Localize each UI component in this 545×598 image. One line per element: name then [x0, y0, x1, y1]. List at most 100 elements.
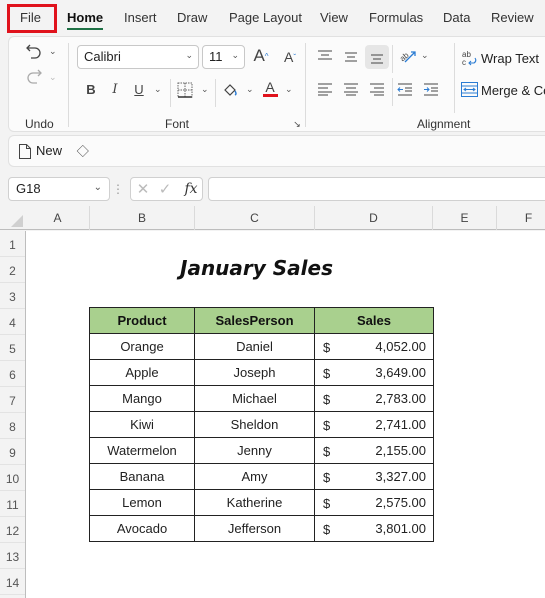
- column-header-f[interactable]: F: [497, 206, 545, 230]
- row-header[interactable]: 9: [0, 439, 25, 465]
- font-size-select[interactable]: 11 ⌄: [202, 45, 245, 69]
- insert-function-icon[interactable]: fx: [181, 180, 201, 198]
- row-header[interactable]: 2: [0, 257, 25, 283]
- column-header-e[interactable]: E: [433, 206, 497, 230]
- italic-button[interactable]: I: [107, 80, 123, 98]
- align-top-icon[interactable]: [316, 48, 334, 64]
- salesperson-cell[interactable]: Daniel: [194, 333, 315, 360]
- orientation-dropdown-icon[interactable]: ⌄: [421, 50, 429, 61]
- undo-dropdown-icon[interactable]: ⌄: [49, 46, 57, 57]
- salesperson-cell[interactable]: Joseph: [194, 359, 315, 386]
- redo-icon[interactable]: [23, 66, 45, 86]
- font-color-dropdown-icon[interactable]: ⌄: [285, 84, 293, 95]
- product-cell[interactable]: Orange: [89, 333, 195, 360]
- header-product[interactable]: Product: [89, 307, 195, 334]
- underline-dropdown-icon[interactable]: ⌄: [154, 84, 162, 95]
- product-cell[interactable]: Avocado: [89, 515, 195, 542]
- row-header[interactable]: 14: [0, 569, 25, 595]
- fill-color-dropdown-icon[interactable]: ⌄: [246, 84, 254, 95]
- font-dialog-launcher-icon[interactable]: ↘: [292, 119, 302, 129]
- header-salesperson[interactable]: SalesPerson: [194, 307, 315, 334]
- salesperson-cell[interactable]: Katherine: [194, 489, 315, 516]
- borders-icon[interactable]: [176, 81, 194, 99]
- salesperson-cell[interactable]: Jenny: [194, 437, 315, 464]
- sales-cell[interactable]: $2,155.00: [314, 437, 434, 464]
- sales-cell[interactable]: $4,052.00: [314, 333, 434, 360]
- row-header[interactable]: 7: [0, 387, 25, 413]
- customize-quick-access-icon[interactable]: ⃟: [79, 144, 91, 158]
- product-cell[interactable]: Apple: [89, 359, 195, 386]
- row-header[interactable]: 1: [0, 231, 25, 257]
- salesperson-cell[interactable]: Sheldon: [194, 411, 315, 438]
- sales-cell[interactable]: $3,801.00: [314, 515, 434, 542]
- wrap-text-icon[interactable]: ab c: [461, 49, 479, 67]
- select-all-corner[interactable]: [0, 206, 26, 230]
- row-header[interactable]: 13: [0, 543, 25, 569]
- formula-bar-grip-icon[interactable]: ⋮: [112, 181, 124, 197]
- product-cell[interactable]: Mango: [89, 385, 195, 412]
- formula-input[interactable]: [208, 177, 545, 201]
- row-header[interactable]: 4: [0, 309, 25, 335]
- tab-draw[interactable]: Draw: [177, 10, 207, 25]
- align-right-icon[interactable]: [368, 81, 386, 97]
- product-cell[interactable]: Lemon: [89, 489, 195, 516]
- tab-insert[interactable]: Insert: [124, 10, 157, 25]
- decrease-indent-icon[interactable]: [396, 81, 414, 97]
- enter-icon[interactable]: ✓: [157, 181, 173, 198]
- salesperson-cell[interactable]: Amy: [194, 463, 315, 490]
- row-header[interactable]: 10: [0, 465, 25, 491]
- sales-cell[interactable]: $2,575.00: [314, 489, 434, 516]
- merge-center-icon[interactable]: [460, 81, 478, 97]
- column-header-d[interactable]: D: [315, 206, 433, 230]
- salesperson-cell[interactable]: Jefferson: [194, 515, 315, 542]
- sales-cell[interactable]: $2,783.00: [314, 385, 434, 412]
- column-header-c[interactable]: C: [195, 206, 315, 230]
- row-header[interactable]: 8: [0, 413, 25, 439]
- new-document-icon[interactable]: [18, 143, 32, 159]
- product-cell[interactable]: Banana: [89, 463, 195, 490]
- align-bottom-icon[interactable]: [365, 45, 389, 69]
- orientation-icon[interactable]: ab: [398, 46, 418, 66]
- tab-home[interactable]: Home: [67, 10, 104, 30]
- fill-color-icon[interactable]: [221, 81, 239, 99]
- name-box[interactable]: G18 ⌄: [8, 177, 110, 201]
- tab-file[interactable]: File: [20, 10, 41, 25]
- decrease-font-size-icon[interactable]: Aˇ: [281, 48, 299, 66]
- align-middle-icon[interactable]: [342, 49, 360, 65]
- tab-data[interactable]: Data: [443, 10, 470, 25]
- tab-page-layout[interactable]: Page Layout: [229, 10, 302, 25]
- row-header[interactable]: 12: [0, 517, 25, 543]
- new-button[interactable]: New: [36, 143, 62, 158]
- sales-cell[interactable]: $3,327.00: [314, 463, 434, 490]
- currency-symbol: $: [323, 392, 331, 407]
- sales-cell[interactable]: $2,741.00: [314, 411, 434, 438]
- tab-formulas[interactable]: Formulas: [369, 10, 423, 25]
- increase-indent-icon[interactable]: [422, 81, 440, 97]
- column-header-b[interactable]: B: [90, 206, 195, 230]
- product-cell[interactable]: Watermelon: [89, 437, 195, 464]
- tab-view[interactable]: View: [320, 10, 348, 25]
- wrap-text-button[interactable]: Wrap Text: [481, 51, 539, 66]
- underline-button[interactable]: U: [131, 80, 147, 98]
- merge-center-button[interactable]: Merge & Ce: [481, 83, 545, 98]
- undo-icon[interactable]: [23, 41, 45, 61]
- row-header[interactable]: 5: [0, 335, 25, 361]
- font-name-select[interactable]: Calibri ⌄: [77, 45, 199, 69]
- row-header[interactable]: 11: [0, 491, 25, 517]
- borders-dropdown-icon[interactable]: ⌄: [201, 84, 209, 95]
- sales-cell[interactable]: $3,649.00: [314, 359, 434, 386]
- font-color-icon[interactable]: A: [261, 78, 279, 98]
- row-header[interactable]: 6: [0, 361, 25, 387]
- align-center-icon[interactable]: [342, 81, 360, 97]
- column-header-a[interactable]: A: [26, 206, 90, 230]
- align-left-icon[interactable]: [316, 81, 334, 97]
- bold-button[interactable]: B: [83, 80, 99, 98]
- row-header[interactable]: 3: [0, 283, 25, 309]
- salesperson-cell[interactable]: Michael: [194, 385, 315, 412]
- header-sales[interactable]: Sales: [314, 307, 434, 334]
- tab-review[interactable]: Review: [491, 10, 534, 25]
- product-cell[interactable]: Kiwi: [89, 411, 195, 438]
- redo-dropdown-icon[interactable]: ⌄: [49, 72, 57, 83]
- increase-font-size-icon[interactable]: A ^: [251, 46, 271, 66]
- cancel-icon[interactable]: ✕: [135, 181, 151, 198]
